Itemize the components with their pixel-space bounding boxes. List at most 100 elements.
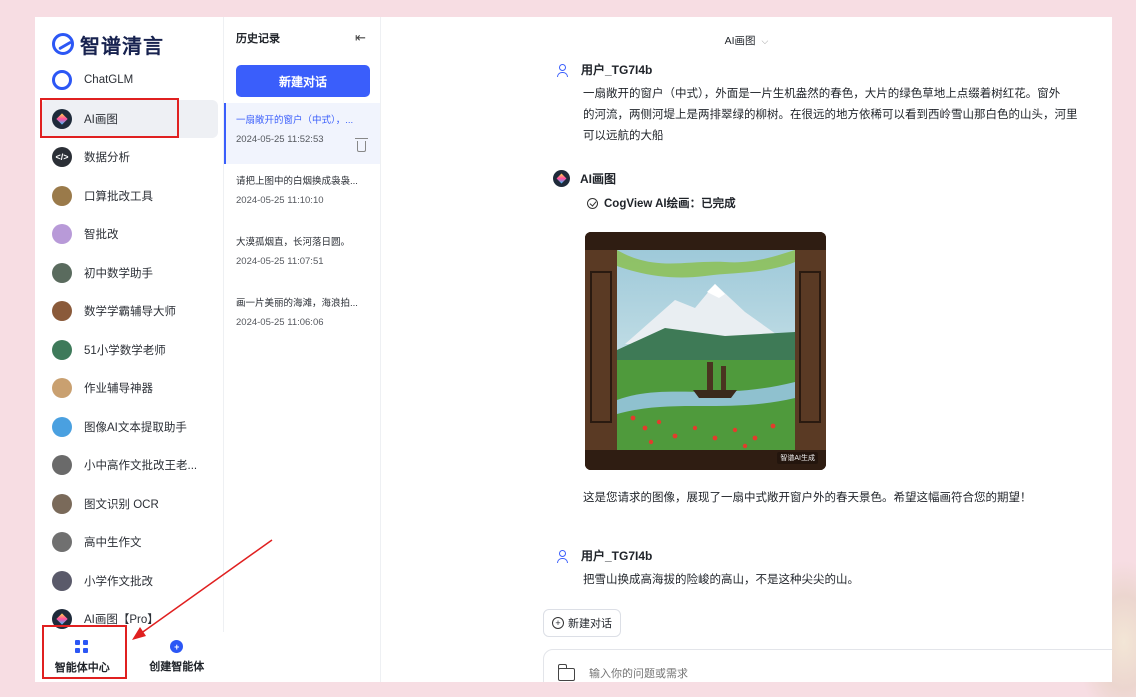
create-agent-button[interactable]: + 创建智能体 bbox=[137, 640, 217, 674]
history-item-title: 大漠孤烟直，长河落日圆。 bbox=[236, 237, 351, 248]
history-header: 历史记录 ⇤ bbox=[224, 17, 380, 59]
avatar-icon bbox=[52, 301, 72, 322]
image-watermark: 智谱AI生成 bbox=[777, 452, 818, 464]
sidebar-item[interactable]: 智批改 bbox=[41, 215, 218, 254]
chatglm-icon bbox=[52, 70, 72, 91]
plus-icon: + bbox=[552, 617, 564, 629]
new-chat-button[interactable]: 新建对话 bbox=[236, 65, 370, 97]
sidebar-item[interactable]: 作业辅导神器 bbox=[41, 369, 218, 408]
history-list: 一扇敞开的窗户（中式），... 2024-05-25 11:52:53 请把上图中的… bbox=[224, 103, 380, 347]
history-item-title: 一扇敞开的窗户（中式），... bbox=[236, 115, 354, 126]
generation-status-text: CogView AI绘画：已完成 bbox=[604, 198, 736, 210]
history-item[interactable]: 大漠孤烟直，长河落日圆。 2024-05-25 11:07:51 bbox=[224, 225, 380, 286]
history-item-time: 2024-05-25 11:10:10 bbox=[236, 195, 324, 206]
bot-caption: 这是您请求的图像，展现了一扇中式敞开窗户外的春天景色。希望这幅画符合您的期望！ bbox=[555, 488, 1032, 509]
sidebar-item[interactable]: 图像AI文本提取助手 bbox=[41, 408, 218, 447]
sidebar-item[interactable]: 高中生作文 bbox=[41, 523, 218, 562]
caption-text: 这是您请求的图像，展现了一扇中式敞开窗户外的春天景色。希望这幅画符合您的期望！ bbox=[583, 492, 1032, 504]
sidebar-item[interactable]: </> 数据分析 bbox=[41, 138, 218, 177]
avatar-icon bbox=[52, 378, 72, 399]
history-title: 历史记录 bbox=[236, 33, 280, 45]
window-landscape-image bbox=[585, 232, 826, 470]
zhipu-logo-icon bbox=[52, 33, 74, 55]
sidebar-item-label: ChatGLM bbox=[84, 74, 134, 87]
user-name: 用户_TG7I4b bbox=[581, 63, 653, 77]
history-panel: 历史记录 ⇤ 新建对话 一扇敞开的窗户（中式），... 2024-05-25 11… bbox=[224, 17, 381, 682]
history-item[interactable]: 一扇敞开的窗户（中式），... 2024-05-25 11:52:53 bbox=[224, 103, 380, 164]
check-circle-icon bbox=[587, 197, 598, 209]
sidebar-item[interactable]: 小学作文批改 bbox=[41, 562, 218, 601]
sidebar-item-label: 作业辅导神器 bbox=[84, 383, 153, 396]
history-item-title: 请把上图中的白烟换成袅袅... bbox=[236, 176, 358, 187]
sidebar-item[interactable]: 初中数学助手 bbox=[41, 254, 218, 293]
sidebar-item-label: 高中生作文 bbox=[84, 537, 142, 550]
history-item-time: 2024-05-25 11:06:06 bbox=[236, 317, 324, 328]
message-input-box[interactable] bbox=[543, 649, 1112, 682]
sidebar-item-label: 数学学霸辅导大师 bbox=[84, 306, 176, 319]
message-line: 一扇敞开的窗户（中式），外面是一片生机盎然的春色，大片的绿色草地上点缀着树红花。… bbox=[583, 88, 1061, 100]
history-item[interactable]: 请把上图中的白烟换成袅袅... 2024-05-25 11:10:10 bbox=[224, 164, 380, 225]
create-agent-label: 创建智能体 bbox=[149, 661, 205, 673]
sidebar-item-label: 数据分析 bbox=[84, 152, 130, 165]
history-item[interactable]: 画一片美丽的海滩，海浪拍... 2024-05-25 11:06:06 bbox=[224, 286, 380, 347]
highlight-box-ai-draw bbox=[40, 98, 179, 138]
chat-title-text: AI画图 bbox=[724, 35, 756, 47]
bot-name: AI画图 bbox=[580, 172, 617, 186]
sidebar-item-label: 智批改 bbox=[84, 229, 119, 242]
sidebar-item-label: 初中数学助手 bbox=[84, 267, 153, 280]
sidebar-item-label: 小学作文批改 bbox=[84, 575, 153, 588]
avatar-icon bbox=[52, 416, 72, 437]
collapse-panel-icon[interactable]: ⇤ bbox=[355, 30, 366, 46]
history-item-time: 2024-05-25 11:52:53 bbox=[236, 134, 324, 145]
new-chat-chip[interactable]: + 新建对话 bbox=[543, 609, 621, 637]
message-line: 的河流，两侧河堤上是两排翠绿的柳树。在很远的地方依稀可以看到西岭雪山那白色的山头… bbox=[583, 109, 1078, 121]
composer-area: + 新建对话 bbox=[543, 609, 1112, 682]
avatar-icon bbox=[52, 532, 72, 553]
user-icon bbox=[555, 63, 569, 77]
avatar-icon bbox=[52, 262, 72, 283]
app-window: 智谱清言 ChatGLM AI画图 </> 数据分析口算批改工具 智批改初中数学助手数学… bbox=[35, 17, 1112, 682]
generation-status[interactable]: CogView AI绘画：已完成 bbox=[587, 195, 736, 211]
brand-name: 智谱清言 bbox=[80, 35, 164, 58]
sidebar-item[interactable]: 数学学霸辅导大师 bbox=[41, 292, 218, 331]
sidebar-item[interactable]: 口算批改工具 bbox=[41, 177, 218, 216]
sidebar-item[interactable]: 51小学数学老师 bbox=[41, 331, 218, 370]
brand-logo[interactable]: 智谱清言 bbox=[35, 17, 223, 61]
history-item-title: 画一片美丽的海滩，海浪拍... bbox=[236, 298, 358, 309]
chevron-down-icon: ⌵ bbox=[761, 36, 769, 46]
message-input[interactable] bbox=[589, 668, 989, 680]
sidebar-item[interactable]: ChatGLM bbox=[41, 61, 218, 100]
sidebar-nav: ChatGLM AI画图 </> 数据分析 口算批改工具 智批改 初中数学助手 数学学霸辅导大… bbox=[41, 61, 218, 639]
user-icon bbox=[555, 549, 569, 563]
chat-area: AI画图 ⌵ 用户_TG7I4b 一扇敞开的窗户（中式），外面是一片生机盎然的春色… bbox=[381, 17, 1112, 682]
sidebar-item-label: 51小学数学老师 bbox=[84, 344, 166, 357]
generated-image[interactable]: 智谱AI生成 bbox=[585, 232, 826, 470]
sidebar-item[interactable]: 图文识别 OCR bbox=[41, 485, 218, 524]
avatar-icon bbox=[52, 455, 72, 476]
bot-message: AI画图 CogView AI绘画：已完成 bbox=[553, 170, 736, 211]
upload-folder-icon[interactable] bbox=[557, 663, 575, 681]
chat-title[interactable]: AI画图 ⌵ bbox=[381, 33, 1112, 48]
avatar-icon bbox=[52, 493, 72, 514]
message-line: 可以远航的大船 bbox=[583, 130, 664, 142]
sidebar-item-label: 图文识别 OCR bbox=[84, 498, 159, 511]
avatar-icon bbox=[52, 339, 72, 360]
history-item-time: 2024-05-25 11:07:51 bbox=[236, 256, 324, 267]
user-message: 用户_TG7I4b 把雪山换成高海拔的险峻的高山，不是这种尖尖的山。 bbox=[555, 547, 859, 591]
sidebar-item[interactable]: 小中高作文批改王老... bbox=[41, 446, 218, 485]
ai-draw-icon bbox=[553, 170, 570, 187]
new-chat-chip-label: 新建对话 bbox=[568, 618, 612, 630]
user-name: 用户_TG7I4b bbox=[581, 549, 653, 563]
code-icon: </> bbox=[52, 147, 72, 168]
trash-icon[interactable] bbox=[355, 138, 368, 152]
create-agent-icon: + bbox=[170, 640, 184, 653]
highlight-box-agent-center bbox=[42, 625, 127, 679]
message-line: 把雪山换成高海拔的险峻的高山，不是这种尖尖的山。 bbox=[583, 574, 859, 586]
avatar-icon bbox=[52, 185, 72, 206]
sidebar-item-label: 图像AI文本提取助手 bbox=[84, 421, 187, 434]
sidebar-item-label: 小中高作文批改王老... bbox=[84, 460, 198, 473]
user-message: 用户_TG7I4b 一扇敞开的窗户（中式），外面是一片生机盎然的春色，大片的绿色… bbox=[555, 61, 1078, 147]
avatar-icon bbox=[52, 224, 72, 245]
sidebar-item-label: 口算批改工具 bbox=[84, 190, 153, 203]
avatar-icon bbox=[52, 570, 72, 591]
